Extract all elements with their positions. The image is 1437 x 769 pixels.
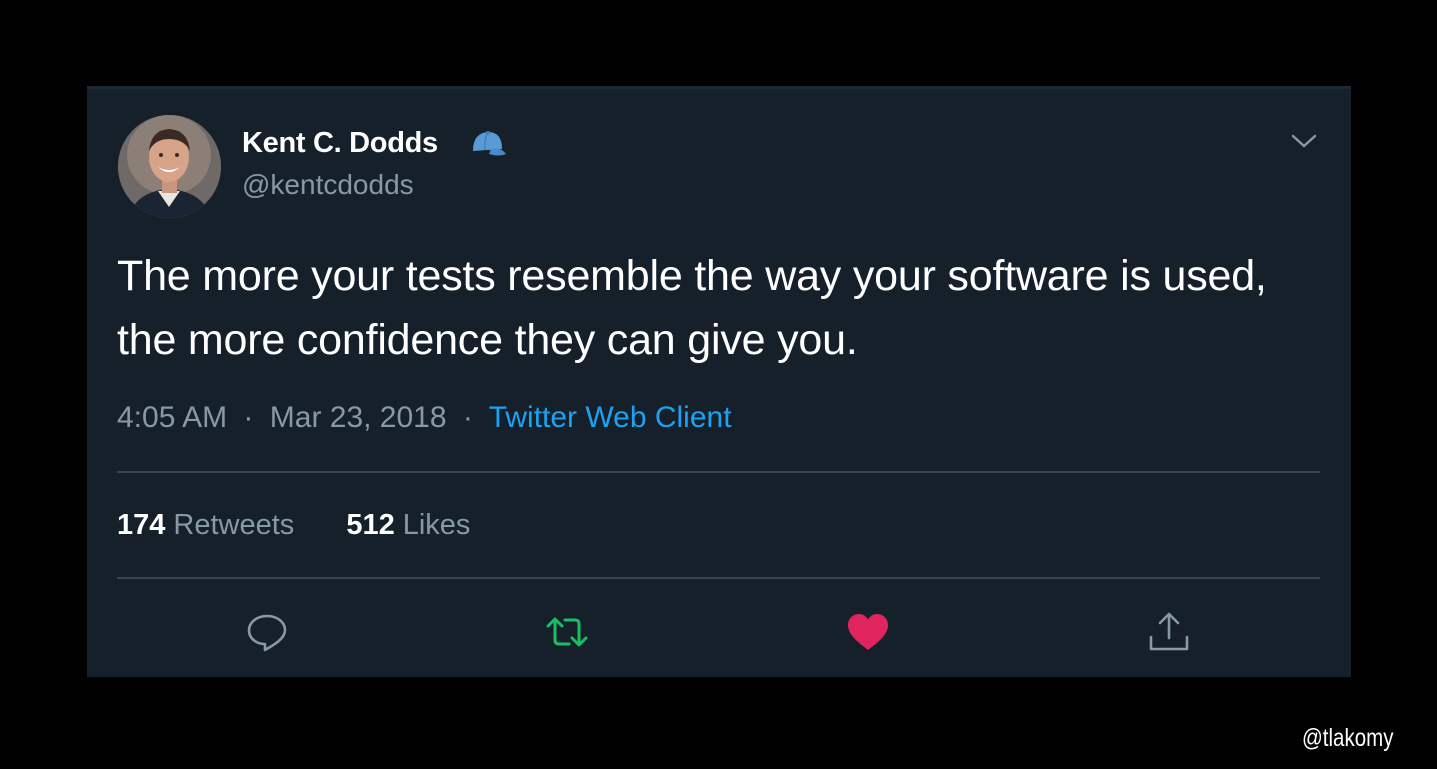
chevron-down-icon[interactable] — [1289, 129, 1319, 153]
divider — [117, 577, 1320, 579]
tweet-text: The more your tests resemble the way you… — [117, 252, 1267, 364]
retweets-label: Retweets — [173, 509, 295, 541]
retweet-icon[interactable] — [544, 609, 590, 655]
tweet-time[interactable]: 4:05 AM — [117, 401, 227, 434]
meta-separator: · — [243, 401, 254, 434]
meta-separator: · — [462, 401, 473, 434]
likes-label: Likes — [402, 509, 471, 541]
like-icon[interactable] — [845, 609, 891, 655]
reply-icon[interactable] — [244, 609, 290, 655]
author-name[interactable]: Kent C. Dodds — [242, 127, 438, 160]
baseball-cap-icon — [473, 131, 506, 156]
tweet-meta: 4:05 AM · Mar 23, 2018 · Twitter Web Cli… — [117, 401, 732, 435]
likes-count: 512 — [346, 509, 395, 541]
tweet-stats: 174 Retweets 512 Likes — [117, 509, 470, 542]
retweets-stat[interactable]: 174 Retweets — [117, 509, 294, 542]
tweet-client-link[interactable]: Twitter Web Client — [489, 401, 732, 434]
avatar[interactable] — [118, 115, 221, 218]
retweets-count: 174 — [117, 509, 166, 541]
likes-stat[interactable]: 512 Likes — [346, 509, 470, 542]
tweet-date[interactable]: Mar 23, 2018 — [270, 401, 447, 434]
author-handle[interactable]: @kentcdodds — [242, 169, 414, 201]
share-icon[interactable] — [1146, 609, 1192, 655]
tweet-card: Kent C. Dodds @kentcdodds The more your … — [87, 86, 1351, 677]
watermark: @tlakomy — [1302, 724, 1394, 752]
avatar-photo — [118, 115, 221, 218]
divider — [117, 471, 1320, 473]
